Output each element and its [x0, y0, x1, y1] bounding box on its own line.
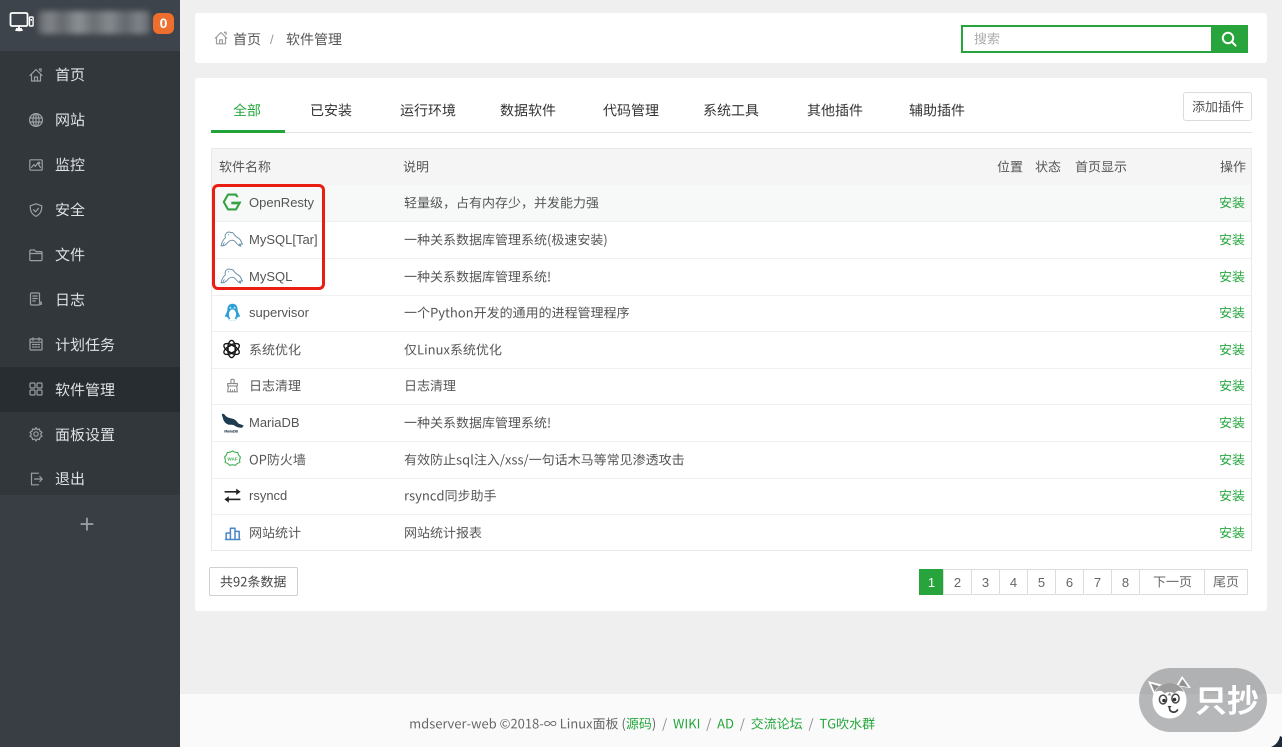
svg-text:MariaDB: MariaDB — [224, 430, 238, 434]
svg-text:WAF: WAF — [227, 456, 237, 461]
